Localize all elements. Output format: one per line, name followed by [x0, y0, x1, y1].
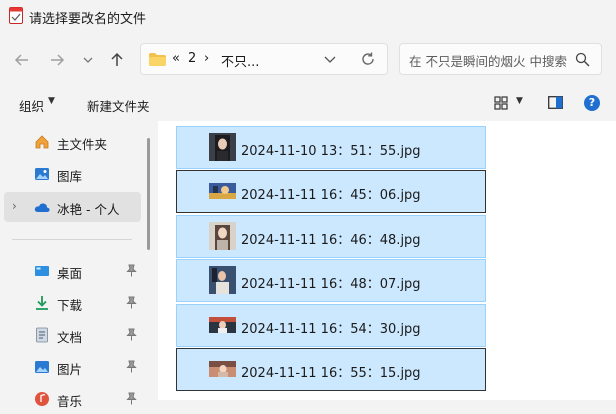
sidebar-item-label: 主文件夹: [57, 137, 108, 152]
list-item[interactable]: 2024-11-11 16：48：07.jpg: [176, 259, 486, 302]
file-name: 2024-11-11 16：46：48.jpg: [241, 233, 421, 248]
pin-icon[interactable]: [126, 296, 137, 309]
breadcrumb-item[interactable]: 2: [188, 51, 196, 66]
address-bar[interactable]: « 2 › 不只...: [140, 43, 388, 75]
image-thumbnail: [209, 361, 236, 377]
search-icon[interactable]: [575, 52, 590, 67]
organize-button[interactable]: 组织: [19, 96, 44, 115]
chevron-right-icon[interactable]: ›: [12, 199, 17, 213]
file-name: 2024-11-11 16：55：15.jpg: [241, 366, 421, 381]
documents-icon: [36, 327, 48, 343]
sidebar-item-label: 图库: [57, 169, 83, 184]
sidebar-item-label: 文档: [57, 330, 83, 345]
help-icon[interactable]: ?: [584, 95, 600, 111]
search-box[interactable]: 在 不只是瞬间的烟火 中搜索: [399, 43, 602, 75]
image-thumbnail: [209, 266, 236, 294]
sidebar-item-label: 冰艳 - 个人: [57, 202, 120, 217]
music-icon: [35, 392, 49, 406]
gallery-icon: [35, 168, 49, 180]
file-list: 2024-11-10 13：51：55.jpg 2024-11-11 16：45…: [158, 121, 616, 400]
recent-locations-button[interactable]: [77, 50, 99, 70]
list-item[interactable]: 2024-11-11 16：54：30.jpg: [176, 304, 486, 347]
back-button[interactable]: [11, 50, 33, 70]
file-name: 2024-11-11 16：54：30.jpg: [241, 322, 421, 337]
list-item[interactable]: 2024-11-11 16：55：15.jpg: [176, 348, 486, 391]
sidebar-item-downloads[interactable]: 下载: [4, 288, 141, 318]
view-grid-icon[interactable]: [494, 96, 508, 110]
list-item[interactable]: 2024-11-10 13：51：55.jpg: [176, 126, 486, 169]
arrow-left-icon: [14, 54, 28, 66]
app-document-icon: [9, 7, 23, 24]
onedrive-cloud-icon: [34, 203, 50, 212]
pin-icon[interactable]: [126, 264, 137, 277]
chevron-down-icon: [83, 57, 93, 63]
sidebar-item-desktop[interactable]: 桌面: [4, 256, 141, 286]
file-name: 2024-11-11 16：48：07.jpg: [241, 277, 421, 292]
preview-pane-icon[interactable]: [548, 96, 563, 109]
list-item[interactable]: 2024-11-11 16：46：48.jpg: [176, 215, 486, 258]
pictures-icon: [35, 361, 49, 373]
image-thumbnail: [209, 183, 236, 199]
image-thumbnail: [209, 133, 236, 161]
sidebar-item-documents[interactable]: 文档: [4, 320, 141, 350]
file-name: 2024-11-10 13：51：55.jpg: [241, 144, 421, 159]
image-thumbnail: [209, 317, 236, 333]
sidebar-item-onedrive[interactable]: › 冰艳 - 个人: [4, 192, 141, 222]
file-name: 2024-11-11 16：45：06.jpg: [241, 188, 421, 203]
sidebar-item-label: 音乐: [57, 394, 83, 409]
pin-icon[interactable]: [126, 328, 137, 341]
breadcrumb-overflow[interactable]: «: [172, 51, 180, 66]
refresh-icon[interactable]: [359, 50, 377, 68]
pin-icon[interactable]: [126, 360, 137, 373]
title-bar: 请选择要改名的文件: [0, 0, 616, 34]
breadcrumb-separator[interactable]: ›: [204, 51, 209, 66]
navigation-pane: 主文件夹 图库 › 冰艳 - 个人 桌面 下载 文档 图片 音乐: [0, 121, 157, 409]
pin-icon[interactable]: [126, 392, 137, 405]
caret-down-icon[interactable]: ▼: [48, 96, 55, 106]
sidebar-scrollbar[interactable]: [147, 138, 150, 250]
sidebar-item-label: 下载: [57, 298, 83, 313]
list-item[interactable]: 2024-11-11 16：45：06.jpg: [176, 170, 486, 213]
caret-down-icon[interactable]: ▼: [516, 96, 523, 106]
sidebar-item-label: 桌面: [57, 266, 83, 281]
download-icon: [36, 296, 48, 310]
arrow-up-icon: [111, 52, 123, 66]
desktop-icon: [35, 266, 49, 276]
sidebar-item-gallery[interactable]: 图库: [4, 159, 141, 189]
forward-button[interactable]: [46, 50, 68, 70]
home-icon: [35, 135, 49, 149]
sidebar-item-music[interactable]: 音乐: [4, 384, 141, 414]
folder-icon: [149, 53, 166, 66]
arrow-right-icon: [51, 54, 65, 66]
sidebar-item-home[interactable]: 主文件夹: [4, 127, 141, 157]
search-input[interactable]: 在 不只是瞬间的烟火 中搜索: [409, 51, 567, 70]
chevron-down-icon[interactable]: [322, 50, 338, 68]
new-folder-button[interactable]: 新建文件夹: [87, 96, 150, 115]
window-title: 请选择要改名的文件: [29, 12, 147, 27]
sidebar-divider: [12, 239, 132, 240]
image-thumbnail: [209, 222, 236, 250]
sidebar-item-label: 图片: [57, 362, 83, 377]
sidebar-item-pictures[interactable]: 图片: [4, 352, 141, 382]
breadcrumb-item[interactable]: 不只...: [221, 51, 259, 70]
up-button[interactable]: [106, 50, 128, 70]
